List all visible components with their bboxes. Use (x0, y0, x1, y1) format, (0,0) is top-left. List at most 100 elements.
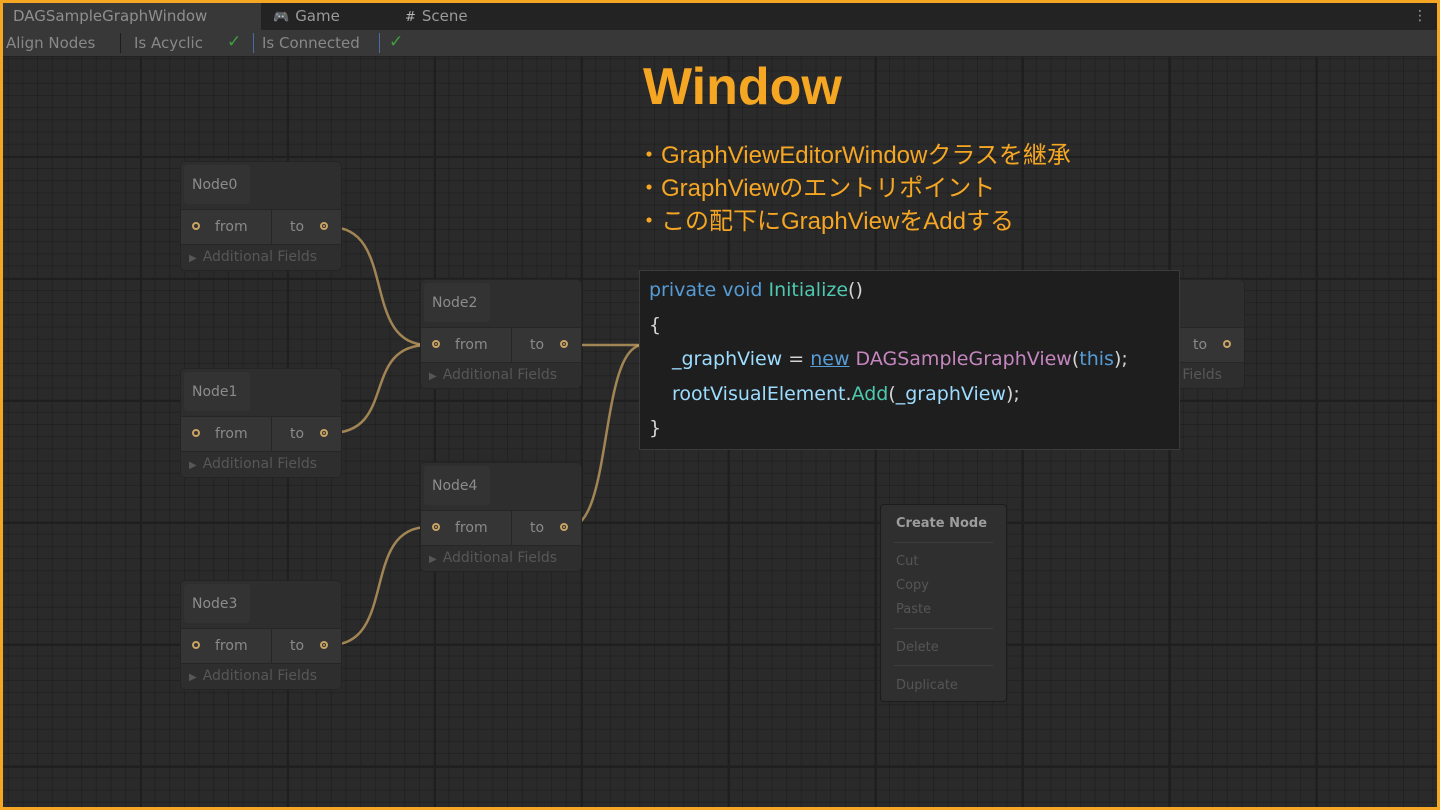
foldout-label: Additional Fields (442, 367, 558, 383)
foldout-label: Additional Fields (202, 456, 318, 472)
code-token: new (810, 348, 850, 370)
output-port[interactable]: to (1174, 328, 1246, 362)
output-port[interactable]: to (511, 511, 583, 545)
grid-icon: # (405, 10, 416, 25)
edge-node1-node2[interactable] (329, 343, 429, 435)
port-label: to (290, 219, 305, 235)
input-port[interactable]: from (421, 511, 511, 545)
tab-game[interactable]: 🎮 Game (273, 3, 340, 30)
annotation-bullet: ・GraphViewのエントリポイント (637, 175, 996, 202)
code-line: } (649, 417, 662, 439)
triangle-right-icon: ▶ (429, 554, 437, 565)
node-title[interactable]: Node4 (424, 466, 490, 505)
additional-fields-foldout[interactable]: ▶ Additional Fields (189, 668, 317, 684)
additional-fields-foldout[interactable]: ▶ Additional Fields (189, 249, 317, 265)
menu-item-delete[interactable]: Delete (896, 640, 939, 655)
is-connected-toggle[interactable]: Is Connected (262, 30, 360, 56)
triangle-right-icon: ▶ (189, 460, 197, 471)
node-ports: from to (181, 628, 341, 664)
code-token: Initialize (768, 279, 849, 301)
code-token: _graphView (895, 383, 1006, 405)
edge-node3-node4[interactable] (329, 525, 429, 647)
node-ports: from to (421, 510, 581, 546)
tab-dag-sample-graph-window[interactable]: DAGSampleGraphWindow (3, 3, 261, 30)
toolbar-separator (379, 33, 380, 53)
node-title[interactable]: Node2 (424, 283, 490, 322)
connected-check-icon: ✓ (389, 32, 404, 52)
tab-bar: DAGSampleGraphWindow 🎮 Game # Scene ⋮ (3, 3, 1437, 30)
code-token: rootVisualElement (672, 383, 846, 405)
graph-node[interactable]: Node2 from to ▶ Additional Fields (420, 279, 582, 389)
code-line: private void Initialize() (649, 279, 863, 301)
node-ports: from to (181, 416, 341, 452)
code-token: ( (888, 383, 896, 405)
code-token: void (722, 279, 763, 301)
context-menu: Create Node Cut Copy Paste Delete Duplic… (880, 504, 1007, 702)
input-port[interactable]: from (181, 417, 271, 451)
edge-node0-node2[interactable] (329, 225, 429, 347)
kebab-menu-icon[interactable]: ⋮ (1413, 3, 1427, 30)
menu-separator (894, 542, 993, 543)
port-label: to (1193, 337, 1208, 353)
additional-fields-foldout[interactable]: ▶ Additional Fields (429, 550, 557, 566)
output-port[interactable]: to (271, 210, 343, 244)
node-ports: from to (421, 327, 581, 363)
output-port[interactable]: to (511, 328, 583, 362)
port-circle-icon[interactable] (560, 523, 568, 531)
port-circle-icon[interactable] (320, 429, 328, 437)
tab-label: DAGSampleGraphWindow (13, 7, 208, 25)
triangle-right-icon: ▶ (189, 672, 197, 683)
menu-separator (894, 628, 993, 629)
port-circle-icon[interactable] (320, 641, 328, 649)
code-snippet: private void Initialize() { _graphView =… (639, 270, 1180, 450)
code-token: DAGSampleGraphView (855, 348, 1072, 370)
port-circle-icon[interactable] (320, 222, 328, 230)
port-circle-icon[interactable] (560, 340, 568, 348)
foldout-label: Additional Fields (202, 668, 318, 684)
menu-item-create-node[interactable]: Create Node (896, 516, 987, 531)
node-title[interactable]: Node3 (184, 584, 250, 623)
additional-fields-foldout[interactable]: ▶ Additional Fields (189, 456, 317, 472)
additional-fields-foldout[interactable]: ▶ Additional Fields (429, 367, 557, 383)
annotation-bullet: ・GraphViewEditorWindowクラスを継承 (637, 142, 1071, 169)
menu-item-cut[interactable]: Cut (896, 554, 918, 569)
menu-item-copy[interactable]: Copy (896, 578, 929, 593)
input-port[interactable]: from (181, 629, 271, 663)
node-ports: from to (181, 209, 341, 245)
triangle-right-icon: ▶ (429, 371, 437, 382)
code-token: this (1079, 348, 1114, 370)
port-label: from (455, 337, 488, 353)
graph-node[interactable]: Node3 from to ▶ Additional Fields (180, 580, 342, 690)
output-port[interactable]: to (271, 629, 343, 663)
port-circle-icon[interactable] (192, 222, 200, 230)
port-label: to (530, 337, 545, 353)
align-nodes-button[interactable]: Align Nodes (6, 30, 95, 56)
input-port[interactable]: from (181, 210, 271, 244)
graph-node[interactable]: Node1 from to ▶ Additional Fields (180, 368, 342, 478)
code-token: Add (851, 383, 889, 405)
code-token: = (782, 348, 811, 370)
port-circle-icon[interactable] (1223, 340, 1231, 348)
output-port[interactable]: to (271, 417, 343, 451)
port-label: to (530, 520, 545, 536)
node-title[interactable]: Node1 (184, 372, 250, 411)
graph-node[interactable]: Node0 from to ▶ Additional Fields (180, 161, 342, 271)
menu-item-paste[interactable]: Paste (896, 602, 931, 617)
port-circle-icon[interactable] (432, 340, 440, 348)
gamepad-icon: 🎮 (273, 10, 290, 25)
node-title[interactable]: Node0 (184, 165, 250, 204)
port-circle-icon[interactable] (432, 523, 440, 531)
port-circle-icon[interactable] (192, 641, 200, 649)
input-port[interactable]: from (421, 328, 511, 362)
additional-fields-foldout[interactable]: l Fields (1174, 367, 1222, 383)
toolbar-separator (253, 33, 254, 53)
graph-node[interactable]: Node4 from to ▶ Additional Fields (420, 462, 582, 572)
annotation-title: Window (643, 58, 842, 116)
port-label: to (290, 426, 305, 442)
port-circle-icon[interactable] (192, 429, 200, 437)
is-acyclic-toggle[interactable]: Is Acyclic (134, 30, 203, 56)
menu-separator (894, 665, 993, 666)
tab-scene[interactable]: # Scene (405, 3, 468, 30)
foldout-label: Additional Fields (442, 550, 558, 566)
menu-item-duplicate[interactable]: Duplicate (896, 678, 958, 693)
